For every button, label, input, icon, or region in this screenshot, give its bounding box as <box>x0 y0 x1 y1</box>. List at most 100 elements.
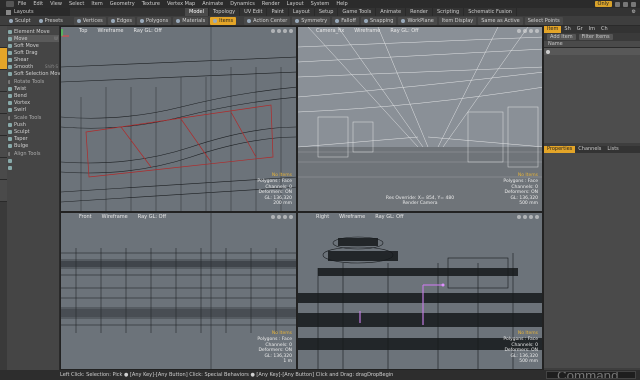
shading-menu[interactable]: Wireframe <box>354 28 380 34</box>
close-icon[interactable] <box>631 1 636 7</box>
menu-view[interactable]: View <box>50 1 62 7</box>
list-item[interactable] <box>544 48 640 55</box>
align-tools-header[interactable]: Align Tools <box>8 150 59 157</box>
shading-menu[interactable]: Wireframe <box>339 214 365 220</box>
menu-render[interactable]: Render <box>262 1 280 7</box>
action-center-button[interactable]: Action Center <box>244 16 291 25</box>
view-type-menu[interactable]: Top <box>79 28 87 34</box>
viewport-nav-icons[interactable] <box>517 28 542 33</box>
tool-push[interactable]: Push <box>8 121 59 128</box>
tab-layout[interactable]: Layout <box>289 8 315 16</box>
viewport-top[interactable]: Top Wireframe Ray GL: Off No Items Polyg… <box>60 26 297 212</box>
tab-lists[interactable]: Lists <box>604 146 621 153</box>
viewport-front[interactable]: Front Wireframe Ray GL: Off No Items Pol… <box>60 212 297 370</box>
viewport-nav-icons[interactable] <box>271 214 296 219</box>
menu-layout[interactable]: Layout <box>287 1 304 7</box>
menu-dynamics[interactable]: Dynamics <box>230 1 255 7</box>
tool-sculpt[interactable]: Sculpt <box>8 128 59 135</box>
tab-groups[interactable]: Gr <box>574 26 586 33</box>
tab-game-tools[interactable]: Game Tools <box>338 8 377 16</box>
menu-texture[interactable]: Texture <box>142 1 160 7</box>
ray-gl-menu[interactable]: Ray GL: Off <box>375 214 403 220</box>
sculpt-button[interactable]: Sculpt <box>6 17 34 25</box>
tab-polygon[interactable] <box>0 158 7 180</box>
tab-schematic-fusion[interactable]: Schematic Fusion <box>464 8 517 16</box>
tab-channels[interactable]: Channels <box>575 146 604 153</box>
menu-select[interactable]: Select <box>69 1 84 7</box>
gear-icon[interactable]: ⚙ <box>632 9 636 15</box>
filter-items-button[interactable]: Filter Items <box>578 34 613 40</box>
same-as-active-button[interactable]: Same as Active <box>478 16 523 25</box>
tab-channels-short[interactable]: Ch <box>598 26 611 33</box>
minimize-icon[interactable] <box>615 1 620 7</box>
symmetry-button[interactable]: Symmetry <box>292 16 331 25</box>
viewport-right[interactable]: Right Wireframe Ray GL: Off No Items Pol… <box>297 212 543 370</box>
falloff-button[interactable]: Falloff <box>332 16 359 25</box>
ray-gl-menu[interactable]: Ray GL: Off <box>138 214 166 220</box>
tab-shading[interactable]: Sh <box>561 26 573 33</box>
item-list[interactable] <box>544 48 640 143</box>
add-item-button[interactable]: Add Item <box>547 34 576 40</box>
tool-smooth[interactable]: Smooth Shift-S <box>8 63 59 70</box>
visibility-icon[interactable] <box>546 49 550 54</box>
tab-images[interactable]: Im <box>586 26 598 33</box>
tab-duplicate[interactable] <box>0 70 7 92</box>
menu-animate[interactable]: Animate <box>202 1 223 7</box>
items-button[interactable]: Items <box>210 16 237 25</box>
tab-animate[interactable]: Animate <box>376 8 407 16</box>
tab-vertex[interactable] <box>0 114 7 136</box>
viewport-camera[interactable]: Camera_fix Wireframe Ray GL: Off Res Ove… <box>297 26 543 212</box>
tool-taper[interactable]: Taper <box>8 135 59 142</box>
select-points-button[interactable]: Select Points <box>524 16 563 25</box>
tab-deform[interactable] <box>0 48 7 70</box>
tool-swirl[interactable]: Swirl <box>8 106 59 113</box>
rotate-tools-header[interactable]: Rotate Tools <box>8 78 59 85</box>
snapping-button[interactable]: Snapping <box>360 16 397 25</box>
ray-gl-menu[interactable]: Ray GL: Off <box>134 28 162 34</box>
menu-geometry[interactable]: Geometry <box>110 1 135 7</box>
tab-scripting[interactable]: Scripting <box>433 8 465 16</box>
tool-soft-drag[interactable]: Soft Drag <box>8 49 59 56</box>
tool-bulge[interactable]: Bulge <box>8 142 59 149</box>
only-button[interactable]: Only <box>594 1 612 7</box>
shading-menu[interactable]: Wireframe <box>102 214 128 220</box>
tool-align-b[interactable] <box>8 164 59 171</box>
item-display-button[interactable]: Item Display <box>438 16 477 25</box>
layouts-selector[interactable]: Layouts <box>0 8 70 16</box>
tab-items[interactable]: Item <box>544 26 562 33</box>
view-type-menu[interactable]: Camera_fix <box>316 28 344 34</box>
tab-model[interactable]: Model <box>185 8 210 16</box>
tab-edge[interactable] <box>0 136 7 158</box>
scale-tools-header[interactable]: Scale Tools <box>8 114 59 121</box>
view-type-menu[interactable]: Front <box>79 214 92 220</box>
tab-setup[interactable]: Setup <box>315 8 339 16</box>
viewport-nav-icons[interactable] <box>517 214 542 219</box>
tool-move[interactable]: Move W <box>8 35 59 42</box>
view-type-menu[interactable]: Right <box>316 214 329 220</box>
tool-element-move[interactable]: Element Move <box>8 28 59 35</box>
menu-vertex-map[interactable]: Vertex Map <box>167 1 195 7</box>
menu-system[interactable]: System <box>311 1 330 7</box>
maximize-icon[interactable] <box>623 1 628 7</box>
polygons-button[interactable]: Polygons <box>136 16 172 25</box>
presets-button[interactable]: Presets <box>36 17 66 25</box>
tab-render[interactable]: Render <box>406 8 433 16</box>
menu-item[interactable]: Item <box>91 1 102 7</box>
tool-twist[interactable]: Twist <box>8 85 59 92</box>
tool-vortex[interactable]: Vortex <box>8 99 59 106</box>
tool-align-a[interactable] <box>8 157 59 164</box>
materials-button[interactable]: Materials <box>173 16 209 25</box>
tab-uv-edit[interactable]: UV Edit <box>240 8 268 16</box>
shading-menu[interactable]: Wireframe <box>97 28 123 34</box>
menu-edit[interactable]: Edit <box>33 1 43 7</box>
vertices-button[interactable]: Vertices <box>73 16 106 25</box>
menu-help[interactable]: Help <box>336 1 347 7</box>
tool-soft-move[interactable]: Soft Move <box>8 42 59 49</box>
tab-mesh-edit[interactable] <box>0 92 7 114</box>
tab-properties[interactable]: Properties <box>544 146 576 153</box>
tab-topology[interactable]: Topology <box>209 8 241 16</box>
command-input[interactable] <box>546 371 636 379</box>
tab-curve[interactable] <box>0 180 7 202</box>
name-column-header[interactable]: Name <box>544 41 563 47</box>
viewport-nav-icons[interactable] <box>271 28 296 33</box>
